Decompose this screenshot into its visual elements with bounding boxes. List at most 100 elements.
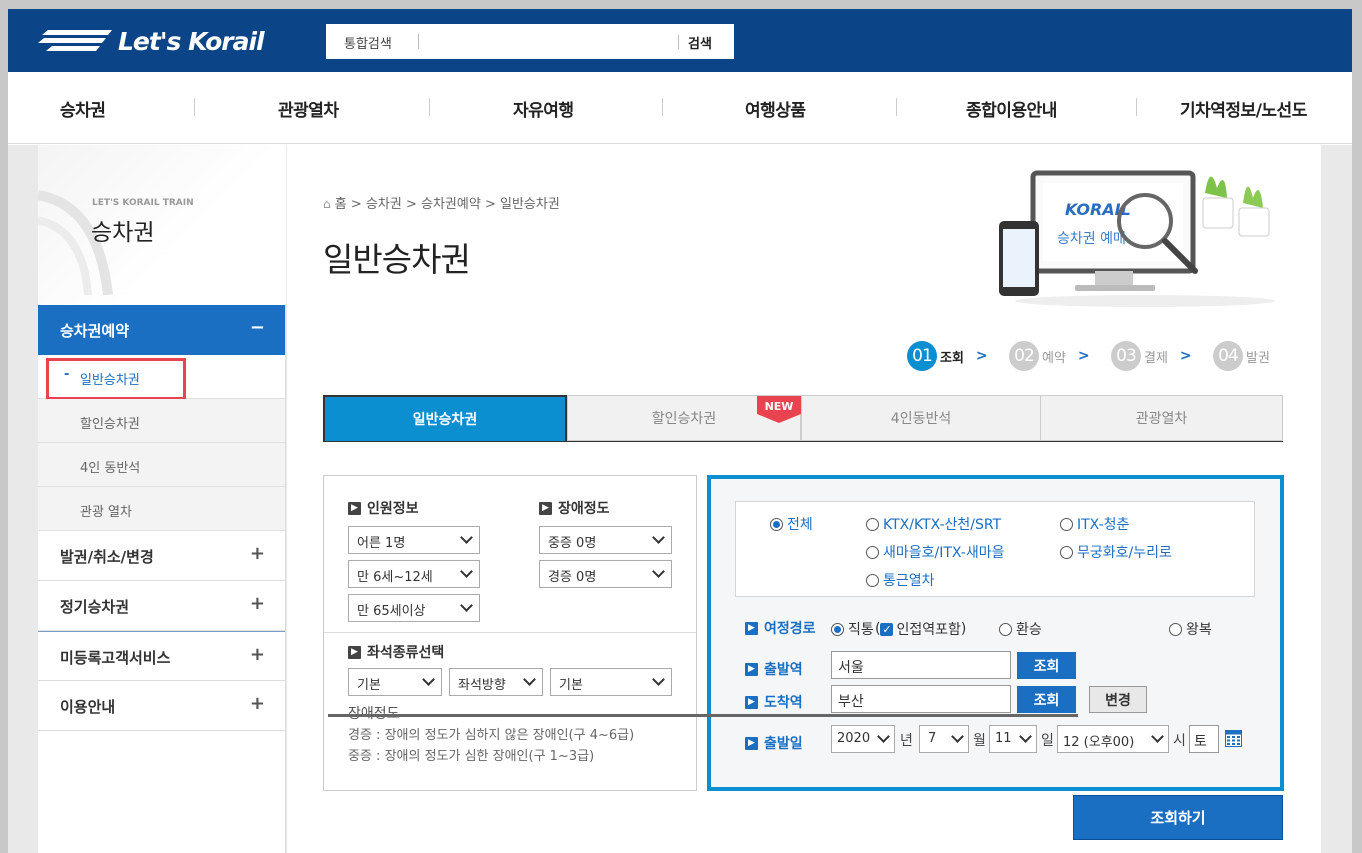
departure-search-button[interactable]: 조회 bbox=[1017, 652, 1076, 679]
day-unit: 일 bbox=[1041, 733, 1054, 749]
child-count-select[interactable]: 만 6세~12세 bbox=[348, 560, 480, 588]
section-label: 장애정도 bbox=[558, 501, 610, 517]
sidebar-sub-tour-train[interactable]: 관광 열차 bbox=[38, 487, 285, 531]
breadcrumb-ticket[interactable]: 승차권 bbox=[366, 197, 402, 212]
day-select[interactable]: 11 bbox=[989, 725, 1037, 753]
train-type-commuter-radio[interactable]: 통근열차 bbox=[866, 570, 935, 590]
gnb-guide[interactable]: 종합이용안내 bbox=[966, 96, 1057, 121]
hour-select[interactable]: 12 (오후00) bbox=[1057, 725, 1169, 753]
page-title: 일반승차권 bbox=[323, 240, 471, 279]
arrival-station-input[interactable]: 부산 bbox=[831, 685, 1011, 713]
sidebar-sub-four-seat[interactable]: 4인 동반석 bbox=[38, 443, 285, 487]
paren-close: ) bbox=[960, 621, 967, 637]
chevron-down-icon bbox=[422, 673, 435, 686]
month-select[interactable]: 7 bbox=[919, 725, 969, 753]
train-type-mugunghwa-radio[interactable]: 무궁화호/누리로 bbox=[1060, 542, 1172, 562]
select-value: 2020 bbox=[837, 731, 871, 746]
departure-label: ▶ 출발역 bbox=[745, 659, 803, 679]
severe-disability-select[interactable]: 중증 0명 bbox=[539, 526, 672, 554]
senior-count-select[interactable]: 만 65세이상 bbox=[348, 594, 480, 622]
passenger-panel: ▶ 인원정보 ▶ 장애정도 어른 1명 중증 0명 만 6세~12세 경증 0명… bbox=[323, 475, 697, 791]
main-content: ⌂ 홈 > 승차권 > 승차권예약 > 일반승차권 일반승차권 KORAIL 승… bbox=[287, 145, 1321, 853]
tab-four-seat[interactable]: 4인동반석 bbox=[801, 395, 1041, 441]
radio-icon bbox=[770, 517, 783, 531]
korail-logo[interactable]: Let's Korail bbox=[38, 23, 265, 59]
highlight-box bbox=[46, 358, 186, 400]
adult-count-select[interactable]: 어른 1명 bbox=[348, 526, 480, 554]
breadcrumb-separator: > bbox=[484, 197, 496, 212]
expand-icon[interactable]: + bbox=[250, 593, 265, 614]
expand-icon[interactable]: + bbox=[250, 693, 265, 714]
sidebar-item-season-ticket[interactable]: 정기승차권 + bbox=[38, 581, 285, 631]
step-reserve: 02 예약 > bbox=[1009, 341, 1090, 371]
seat-type-select[interactable]: 기본 bbox=[348, 668, 442, 696]
breadcrumb-reservation[interactable]: 승차권예약 bbox=[421, 197, 481, 212]
sidebar-item-guest-service[interactable]: 미등록고객서비스 + bbox=[38, 631, 285, 681]
bullet-arrow-icon: ▶ bbox=[745, 736, 758, 750]
home-icon[interactable]: ⌂ bbox=[323, 197, 331, 211]
radio-icon bbox=[866, 517, 879, 531]
sidebar-sub-label: 할인승차권 bbox=[80, 417, 140, 432]
sidebar-sub-discount-ticket[interactable]: 할인승차권 bbox=[38, 399, 285, 443]
radio-label: 환승 bbox=[1016, 622, 1042, 638]
disability-section-title: ▶ 장애정도 bbox=[539, 498, 610, 518]
mild-disability-select[interactable]: 경증 0명 bbox=[539, 560, 672, 588]
route-round-trip-radio[interactable]: 왕복 bbox=[1169, 619, 1212, 639]
departure-station-input[interactable]: 서울 bbox=[831, 651, 1011, 679]
global-nav: 승차권 관광열차 자유여행 여행상품 종합이용안내 기차역정보/노선도 bbox=[8, 72, 1352, 144]
gnb-divider bbox=[1136, 98, 1137, 116]
arrival-search-button[interactable]: 조회 bbox=[1017, 686, 1076, 713]
step-search: 01 조회 > bbox=[907, 341, 988, 371]
calendar-icon[interactable] bbox=[1225, 730, 1242, 747]
year-select[interactable]: 2020 bbox=[831, 725, 895, 753]
route-transfer-radio[interactable]: 환승 bbox=[999, 619, 1042, 639]
select-value: 기본 bbox=[357, 678, 381, 693]
gnb-travel-products[interactable]: 여행상품 bbox=[745, 96, 806, 121]
expand-icon[interactable]: + bbox=[250, 644, 265, 665]
tab-tour-train[interactable]: 관광열차 bbox=[1040, 395, 1283, 441]
tab-general-ticket[interactable]: 일반승차권 bbox=[323, 395, 567, 441]
sidebar-item-issue-cancel[interactable]: 발권/취소/변경 + bbox=[38, 531, 285, 581]
chevron-right-icon: > bbox=[1077, 348, 1090, 364]
route-nearby-checkbox[interactable]: (✓ 인접역포함) bbox=[875, 619, 966, 639]
gnb-tour-train[interactable]: 관광열차 bbox=[278, 96, 339, 121]
search-button[interactable]: 검색 bbox=[688, 33, 712, 52]
gnb-divider bbox=[896, 98, 897, 116]
select-value: 중증 0명 bbox=[548, 536, 597, 551]
step-payment: 03 결제 > bbox=[1111, 341, 1192, 371]
search-trains-button[interactable]: 조회하기 bbox=[1073, 795, 1283, 840]
breadcrumb-home[interactable]: 홈 bbox=[335, 197, 347, 212]
expand-icon[interactable]: + bbox=[250, 543, 265, 564]
train-type-itx-radio[interactable]: ITX-청춘 bbox=[1060, 514, 1129, 534]
sidebar-sub-label: 관광 열차 bbox=[80, 505, 132, 520]
train-type-saemaeul-radio[interactable]: 새마을호/ITX-새마을 bbox=[866, 542, 1005, 562]
train-type-ktx-radio[interactable]: KTX/KTX-산천/SRT bbox=[866, 514, 1001, 534]
sidebar-sub-general-ticket[interactable]: - 일반승차권 bbox=[38, 355, 285, 400]
search-input[interactable] bbox=[426, 30, 666, 53]
train-type-all-radio[interactable]: 전체 bbox=[770, 514, 813, 534]
swap-stations-button[interactable]: 변경 bbox=[1089, 686, 1147, 713]
route-direct-radio[interactable]: 직통 bbox=[831, 619, 874, 639]
sidebar-item-ticket-reservation[interactable]: 승차권예약 − bbox=[38, 305, 285, 355]
breadcrumb: ⌂ 홈 > 승차권 > 승차권예약 > 일반승차권 bbox=[323, 193, 560, 212]
bullet-arrow-icon: ▶ bbox=[745, 621, 758, 635]
seat-direction-select[interactable]: 좌석방향 bbox=[449, 668, 543, 696]
collapse-icon[interactable]: − bbox=[250, 317, 265, 338]
step-number: 01 bbox=[907, 341, 937, 371]
sidebar-item-label: 미등록고객서비스 bbox=[60, 649, 171, 667]
breadcrumb-separator: > bbox=[350, 197, 362, 212]
seat-option-select[interactable]: 기본 bbox=[550, 668, 672, 696]
gnb-ticket[interactable]: 승차권 bbox=[60, 96, 106, 121]
gnb-free-travel[interactable]: 자유여행 bbox=[513, 96, 574, 121]
ticket-tabs: 일반승차권 할인승차권 NEW 4인동반석 관광열차 bbox=[323, 395, 1283, 442]
checkbox-checked-icon[interactable]: ✓ bbox=[880, 622, 894, 636]
step-number: 03 bbox=[1111, 341, 1141, 371]
new-badge-icon: NEW bbox=[757, 396, 801, 423]
sidebar-item-usage-guide[interactable]: 이용안내 + bbox=[38, 681, 285, 731]
month-unit: 월 bbox=[973, 733, 986, 749]
radio-icon bbox=[1060, 545, 1073, 559]
select-value: 만 6세~12세 bbox=[357, 570, 433, 585]
chevron-down-icon bbox=[1151, 730, 1164, 743]
bullet-arrow-icon: ▶ bbox=[745, 662, 758, 676]
gnb-station-info[interactable]: 기차역정보/노선도 bbox=[1180, 96, 1307, 121]
